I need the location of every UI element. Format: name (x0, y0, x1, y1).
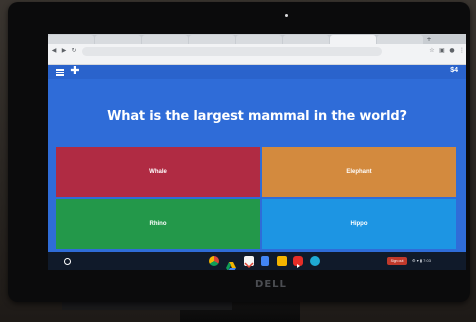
monitor-brand-logo: DELL (255, 279, 287, 290)
answer-button-rhino[interactable]: Rhino (56, 199, 260, 249)
answer-label: Rhino (149, 221, 167, 227)
score-readout: $4 (450, 67, 458, 74)
answer-button-whale[interactable]: Whale (56, 147, 260, 197)
meet-icon[interactable] (310, 256, 320, 266)
status-tray[interactable]: ⚙ ▾ ▮ 7:03 (412, 257, 431, 265)
extensions-icon[interactable]: ▣ (438, 47, 446, 55)
bookmarks-bar (48, 58, 466, 65)
quiz-top-bar: ✚ $4 (48, 65, 466, 79)
launcher-icon[interactable] (64, 258, 71, 265)
profile-icon[interactable]: ● (448, 47, 456, 55)
star-icon[interactable]: ☆ (428, 47, 436, 55)
answer-label: Whale (149, 169, 167, 175)
browser-tab[interactable] (142, 35, 188, 44)
question-text: What is the largest mammal in the world? (107, 109, 407, 124)
browser-tab[interactable] (48, 35, 94, 44)
browser-tab[interactable] (236, 35, 282, 44)
drive-icon[interactable] (226, 256, 236, 270)
sign-out-button[interactable]: Sign out (387, 257, 407, 265)
screen: + ◀ ▶ ↻ ☆ ▣ ● ⋮ ✚ $4 What is the largest… (48, 34, 466, 270)
forward-icon[interactable]: ▶ (60, 47, 68, 55)
answer-label: Elephant (346, 169, 372, 175)
browser-toolbar: ◀ ▶ ↻ ☆ ▣ ● ⋮ (48, 44, 466, 58)
browser-menu-icon[interactable]: ⋮ (458, 47, 466, 55)
back-icon[interactable]: ◀ (50, 47, 58, 55)
os-shelf: Sign out ⚙ ▾ ▮ 7:03 (48, 252, 466, 270)
address-bar[interactable] (82, 46, 382, 56)
browser-tab[interactable] (189, 35, 235, 44)
new-tab-button[interactable]: + (424, 35, 434, 44)
gmail-icon[interactable] (244, 256, 254, 269)
reload-icon[interactable]: ↻ (70, 47, 78, 55)
quiz-page: ✚ $4 What is the largest mammal in the w… (48, 65, 466, 252)
browser-tab[interactable] (377, 35, 423, 44)
answer-grid: Whale Elephant Rhino Hippo (56, 147, 456, 249)
hamburger-menu-icon[interactable] (56, 68, 64, 76)
desk-sticker (62, 302, 232, 310)
tab-strip: + (48, 34, 466, 44)
browser-tab-active[interactable] (330, 35, 376, 44)
slides-icon[interactable] (277, 256, 287, 266)
answer-label: Hippo (350, 221, 368, 227)
youtube-icon[interactable] (293, 256, 303, 268)
browser-tab[interactable] (283, 35, 329, 44)
answer-button-hippo[interactable]: Hippo (262, 199, 456, 249)
answer-button-elephant[interactable]: Elephant (262, 147, 456, 197)
chrome-icon[interactable] (209, 256, 219, 266)
webcam-icon (285, 14, 288, 17)
docs-icon[interactable] (261, 256, 269, 266)
browser-tab[interactable] (95, 35, 141, 44)
plus-icon[interactable]: ✚ (70, 65, 80, 76)
